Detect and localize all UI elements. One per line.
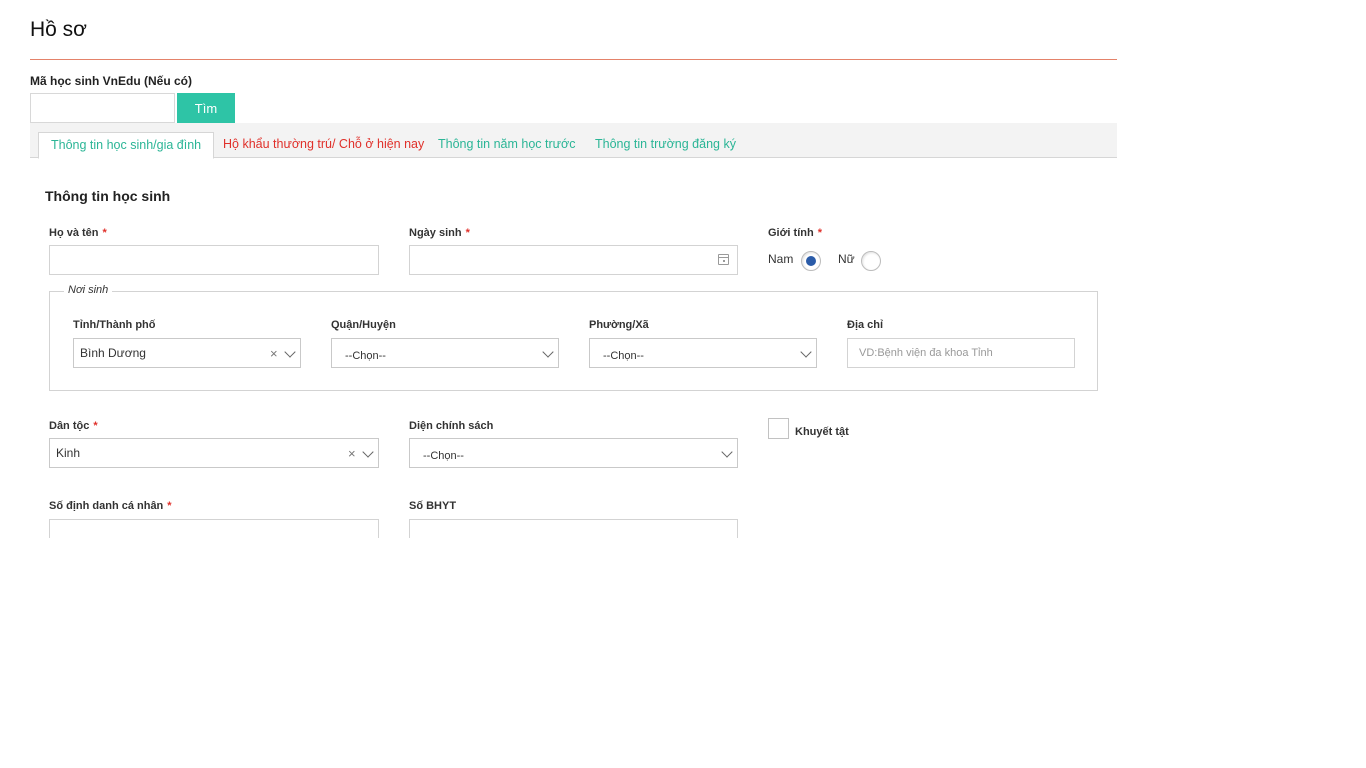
required-marker: * <box>465 227 470 239</box>
tab-student-family[interactable]: Thông tin học sinh/gia đình <box>38 132 215 159</box>
clear-icon[interactable]: × <box>348 446 356 461</box>
gender-option-male-label: Nam <box>768 252 794 266</box>
ethnicity-select[interactable]: Kinh × <box>49 438 379 468</box>
viewport-clip <box>0 538 1366 768</box>
gender-radio-female[interactable] <box>861 251 881 271</box>
tab-bar: Thông tin học sinh/gia đình Hộ khẩu thườ… <box>30 123 1117 159</box>
chevron-down-icon <box>542 346 554 358</box>
province-value: Bình Dương <box>80 346 146 360</box>
ward-label: Phường/Xã <box>589 319 649 331</box>
birthplace-legend: Nơi sinh <box>64 284 113 296</box>
gender-radio-male[interactable] <box>801 251 821 271</box>
title-divider <box>30 59 1117 60</box>
required-marker: * <box>817 227 822 239</box>
district-value: --Chọn-- <box>345 350 386 362</box>
province-select[interactable]: Bình Dương × <box>73 338 301 368</box>
ward-select[interactable]: --Chọn-- <box>589 338 817 368</box>
policy-value: --Chọn-- <box>423 450 464 462</box>
chevron-down-icon <box>721 446 733 458</box>
personal-id-label: Số định danh cá nhân * <box>49 500 172 512</box>
vnedu-code-input[interactable] <box>30 93 175 123</box>
ethnicity-label: Dân tộc * <box>49 420 98 432</box>
gender-option-female-label: Nữ <box>838 252 855 266</box>
chevron-down-icon <box>284 346 296 358</box>
chevron-down-icon <box>800 346 812 358</box>
gender-label: Giới tính * <box>768 227 822 239</box>
district-select[interactable]: --Chọn-- <box>331 338 559 368</box>
full-name-label: Họ và tên * <box>49 227 107 239</box>
disability-checkbox[interactable] <box>768 418 789 439</box>
full-name-input[interactable] <box>49 245 379 275</box>
tab-residence[interactable]: Hộ khẩu thường trú/ Chỗ ở hiện nay <box>223 132 424 158</box>
page-title: Hồ sơ <box>30 18 87 41</box>
disability-label: Khuyết tật <box>795 426 849 438</box>
calendar-icon[interactable] <box>718 254 729 265</box>
tab-registered-school[interactable]: Thông tin trường đăng ký <box>595 132 736 158</box>
tab-previous-year[interactable]: Thông tin năm học trước <box>438 132 575 158</box>
required-marker: * <box>102 227 107 239</box>
search-button[interactable]: Tìm <box>177 93 235 123</box>
policy-select[interactable]: --Chọn-- <box>409 438 738 468</box>
clear-icon[interactable]: × <box>270 346 278 361</box>
search-label: Mã học sinh VnEdu (Nếu có) <box>30 74 193 88</box>
section-title: Thông tin học sinh <box>45 188 171 204</box>
health-insurance-label: Số BHYT <box>409 500 457 512</box>
ward-value: --Chọn-- <box>603 350 644 362</box>
address-input[interactable] <box>847 338 1075 368</box>
province-label: Tỉnh/Thành phố <box>73 319 156 331</box>
district-label: Quận/Huyện <box>331 319 396 331</box>
required-marker: * <box>167 500 172 512</box>
birth-date-label: Ngày sinh * <box>409 227 470 239</box>
address-label: Địa chỉ <box>847 319 884 331</box>
birth-date-input[interactable] <box>409 245 738 275</box>
chevron-down-icon <box>362 446 374 458</box>
policy-label: Diện chính sách <box>409 420 494 432</box>
ethnicity-value: Kinh <box>56 446 81 460</box>
required-marker: * <box>93 420 98 432</box>
